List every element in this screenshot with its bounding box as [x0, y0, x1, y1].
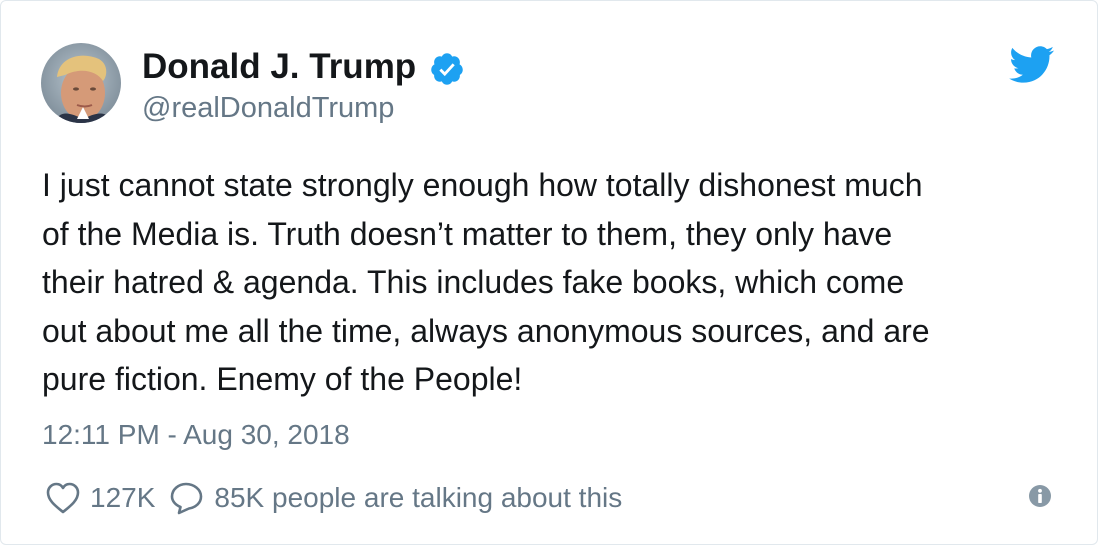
speech-bubble-icon: [171, 482, 203, 515]
user-handle[interactable]: @realDonaldTrump: [142, 90, 394, 126]
tweet-card: Donald J. Trump @realDonaldTrump I just …: [0, 0, 1098, 545]
timestamp[interactable]: 12:11 PM - Aug 30, 2018: [42, 417, 350, 453]
talking-text: 85K people are talking about this: [214, 482, 623, 513]
like-button[interactable]: 127K: [45, 481, 169, 515]
twitter-bird-icon[interactable]: [1009, 46, 1055, 84]
tweet-actions: 127K 85K people are talking about this: [45, 477, 622, 519]
verified-badge-icon: [431, 53, 463, 85]
avatar-image: [41, 43, 121, 123]
talking-link[interactable]: 85K people are talking about this: [169, 481, 622, 515]
heart-icon: [46, 482, 80, 514]
like-count: 127K: [90, 482, 156, 513]
display-name[interactable]: Donald J. Trump: [142, 45, 416, 89]
info-icon[interactable]: [1028, 484, 1052, 508]
tweet-text: I just cannot state strongly enough how …: [42, 167, 930, 397]
avatar[interactable]: [41, 43, 121, 123]
